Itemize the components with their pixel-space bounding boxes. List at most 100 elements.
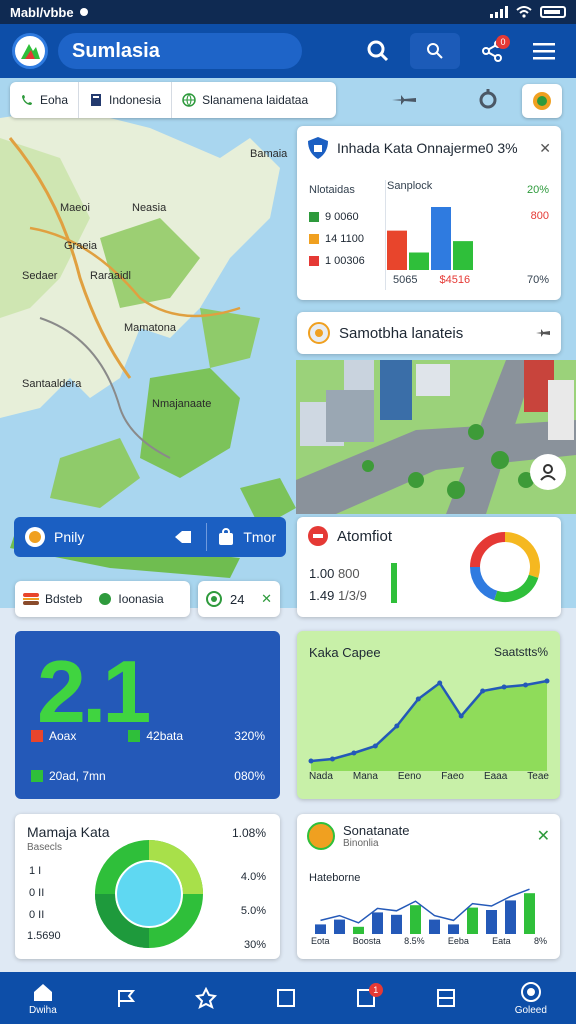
- donut-slice: [470, 532, 506, 568]
- chip-label: Indonesia: [109, 93, 162, 107]
- donut-row-b: 800: [337, 566, 360, 581]
- line-chart: [308, 678, 550, 771]
- status-bar: Mabl/vbbe: [0, 0, 576, 24]
- map-label: Sedaer: [22, 270, 58, 282]
- share-button[interactable]: 0: [472, 33, 512, 69]
- map-label: Santaaldera: [22, 378, 82, 390]
- nav-item[interactable]: [194, 987, 217, 1009]
- nav-item[interactable]: Goleed: [515, 981, 547, 1016]
- bar: [372, 912, 383, 934]
- plane-small-icon: [536, 329, 550, 337]
- menu-button[interactable]: [524, 33, 564, 69]
- x-tick-label: Faeo: [441, 771, 464, 782]
- shield-icon: [308, 137, 328, 159]
- person-icon: [540, 464, 556, 481]
- donut-card: Atomfiot 1.00 800 1.49 1/3/9: [297, 517, 561, 617]
- map-label: Bamaia: [250, 148, 288, 160]
- count-chip[interactable]: 24 ✕: [198, 581, 280, 617]
- donut-indicator: [391, 563, 397, 603]
- bar-chart: [315, 888, 535, 934]
- bar: [467, 907, 478, 934]
- ring-right-value: 4.0%: [240, 871, 266, 883]
- legend-swatch: [31, 730, 43, 742]
- battery-icon: [540, 6, 566, 18]
- action-left[interactable]: Pnily: [14, 526, 174, 548]
- bar: [387, 230, 407, 270]
- plane-button[interactable]: [388, 88, 420, 112]
- profile-icon: [520, 981, 541, 1002]
- filter-chip[interactable]: Ioonasia: [90, 592, 171, 606]
- search-button[interactable]: [358, 33, 398, 69]
- action-right[interactable]: Tmor: [207, 528, 286, 546]
- leaf-icon: [99, 593, 112, 605]
- zoom-search-button[interactable]: [410, 33, 460, 69]
- data-card-title: Inhada Kata Onnajerme0 3%: [337, 140, 518, 156]
- map-label: Nmajanaate: [152, 398, 212, 410]
- close-icon[interactable]: ✕: [539, 140, 551, 157]
- chip-eoha[interactable]: Eoha: [10, 82, 80, 118]
- close-icon[interactable]: ✕: [261, 591, 272, 607]
- filter-chip[interactable]: Bdsteb: [15, 592, 90, 606]
- col-mid-label: Sanplock: [387, 180, 433, 192]
- phone-icon: [22, 95, 32, 105]
- big-number: 2.1: [37, 642, 151, 741]
- nav-item[interactable]: [115, 987, 137, 1009]
- globe-icon: [182, 93, 196, 107]
- line-point: [501, 684, 507, 690]
- row-value: 1 00306: [325, 255, 365, 267]
- locate-button[interactable]: [472, 86, 504, 114]
- x-tick-label: Teae: [527, 771, 549, 782]
- avatar: [307, 822, 335, 850]
- nav-item[interactable]: [435, 987, 457, 1009]
- app-title[interactable]: Sumlasia: [58, 33, 302, 69]
- search-icon: [367, 40, 389, 62]
- right-value: 70%: [526, 274, 549, 286]
- search-gauge-icon: [308, 322, 330, 344]
- col-left-label: Nlotaidas: [309, 184, 355, 196]
- filter-chips: Bdsteb Ioonasia: [15, 581, 190, 617]
- flag-icon: [117, 990, 135, 1007]
- bar-trend-line: [320, 888, 530, 924]
- ring-right-value: 5.0%: [240, 905, 266, 917]
- right-value: 800: [530, 210, 549, 222]
- legend-swatch: [128, 730, 141, 742]
- close-icon[interactable]: ✕: [537, 826, 550, 846]
- line-point: [458, 713, 464, 719]
- emblem-button[interactable]: [522, 84, 562, 118]
- dot-icon: [79, 8, 88, 16]
- action-left-label: Pnily: [54, 529, 85, 545]
- line-point: [415, 696, 421, 702]
- bar: [409, 252, 429, 270]
- bar-card-title: Sonatanate: [343, 823, 410, 838]
- bar-footer-left: 5065: [393, 274, 418, 286]
- ring-left-row: 1 I: [29, 865, 42, 877]
- x-tick-label: Eata: [492, 936, 511, 946]
- big-number-card: 2.1 Aoax 42bata 320% 20ad, 7mn 080%: [15, 631, 280, 799]
- profile-fab[interactable]: [530, 454, 566, 490]
- nav-item[interactable]: 1: [355, 983, 383, 1009]
- nav-label: Dwiha: [28, 1004, 57, 1016]
- x-tick-label: Boosta: [352, 936, 381, 946]
- chip-layers[interactable]: Slanamena laidataa: [172, 82, 318, 118]
- chip-label: Eoha: [40, 93, 69, 107]
- chip-indonesia[interactable]: Indonesia: [79, 82, 173, 118]
- legend-label: Aoax: [49, 729, 77, 743]
- map-filter-chips: Eoha Indonesia Slanamena laidataa: [10, 82, 336, 118]
- search-card[interactable]: Samotbha lanateis: [297, 312, 561, 354]
- record-icon: [206, 591, 222, 607]
- tag-icon[interactable]: [174, 530, 192, 544]
- bar: [410, 905, 421, 934]
- burger-icon: [23, 593, 39, 605]
- line-point: [544, 678, 550, 684]
- app-logo[interactable]: [12, 33, 48, 69]
- nav-item[interactable]: [275, 987, 297, 1009]
- square-icon: [276, 989, 295, 1007]
- locate-icon: [479, 89, 497, 109]
- line-point: [394, 723, 400, 729]
- filter-chip-label: Bdsteb: [45, 592, 83, 606]
- city-illustration: [296, 360, 576, 514]
- x-tick-label: 8%: [533, 936, 547, 946]
- row-swatch: [309, 234, 319, 244]
- nav-item[interactable]: Dwiha: [29, 981, 57, 1016]
- row-value: 14 1100: [325, 233, 364, 245]
